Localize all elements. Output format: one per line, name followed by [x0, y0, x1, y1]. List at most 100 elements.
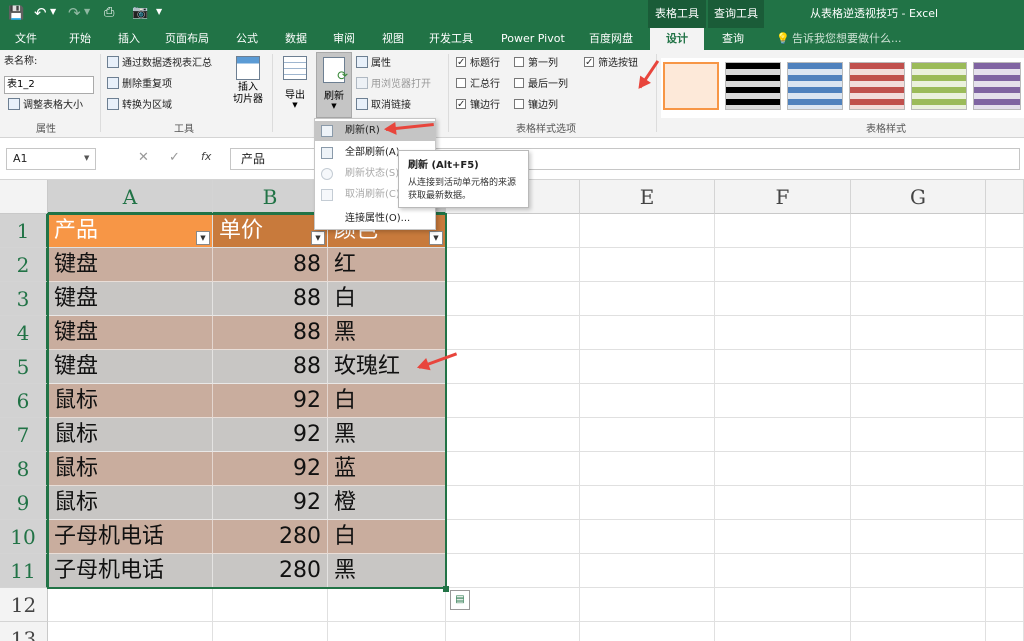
print-preview-icon[interactable]: ⎙	[104, 5, 114, 20]
header-row-checkbox[interactable]: 标题行	[456, 55, 500, 72]
empty-cell[interactable]	[851, 418, 986, 452]
column-header-a[interactable]: A	[48, 180, 213, 214]
row-header[interactable]: 1	[0, 214, 48, 248]
style-swatch-green[interactable]	[911, 62, 967, 110]
empty-cell[interactable]	[851, 248, 986, 282]
table-cell[interactable]	[328, 622, 446, 641]
empty-cell[interactable]	[986, 248, 1024, 282]
convert-to-range-button[interactable]: 转换为区域	[107, 98, 172, 114]
style-swatch-blue[interactable]	[787, 62, 843, 110]
column-header-g[interactable]: G	[851, 180, 986, 214]
tab-query[interactable]: 查询	[722, 28, 744, 50]
style-swatch-orange[interactable]	[663, 62, 719, 110]
style-swatch-purple[interactable]	[973, 62, 1021, 110]
camera-icon[interactable]: 📷	[132, 5, 148, 20]
empty-cell[interactable]	[715, 588, 851, 622]
table-cell[interactable]: 92	[213, 384, 328, 418]
tab-baidu-netdisk[interactable]: 百度网盘	[589, 28, 633, 50]
table-cell[interactable]	[213, 622, 328, 641]
tell-me-search[interactable]: 告诉我您想要做什么...	[792, 28, 902, 50]
empty-cell[interactable]	[986, 316, 1024, 350]
empty-cell[interactable]	[715, 452, 851, 486]
empty-cell[interactable]	[851, 316, 986, 350]
empty-cell[interactable]	[715, 282, 851, 316]
column-header-b[interactable]: B	[213, 180, 328, 214]
table-cell[interactable]: 白	[328, 384, 446, 418]
empty-cell[interactable]	[580, 622, 715, 641]
empty-cell[interactable]	[580, 282, 715, 316]
table-cell[interactable]: 键盘	[48, 316, 213, 350]
undo-dropdown-icon[interactable]: ▼	[50, 7, 56, 16]
fill-handle[interactable]	[443, 586, 449, 592]
filter-dropdown-icon[interactable]: ▼	[311, 231, 325, 245]
empty-cell[interactable]	[986, 350, 1024, 384]
tab-view[interactable]: 视图	[382, 28, 404, 50]
empty-cell[interactable]	[851, 588, 986, 622]
enter-icon[interactable]: ✓	[169, 150, 180, 165]
empty-cell[interactable]	[580, 554, 715, 588]
empty-cell[interactable]	[986, 282, 1024, 316]
empty-cell[interactable]	[446, 486, 580, 520]
filter-button-checkbox[interactable]: 筛选按钮	[584, 55, 638, 72]
empty-cell[interactable]	[851, 486, 986, 520]
row-header[interactable]: 13	[0, 622, 48, 641]
banded-rows-checkbox[interactable]: 镶边行	[456, 97, 500, 114]
quick-analysis-icon[interactable]: ▤	[450, 590, 470, 610]
table-name-input[interactable]: 表1_2	[4, 76, 94, 94]
tab-file[interactable]: 文件	[15, 28, 37, 50]
row-header[interactable]: 11	[0, 554, 48, 588]
name-box[interactable]: A1	[6, 148, 96, 170]
empty-cell[interactable]	[580, 520, 715, 554]
empty-cell[interactable]	[580, 418, 715, 452]
empty-cell[interactable]	[446, 350, 580, 384]
empty-cell[interactable]	[986, 554, 1024, 588]
row-header[interactable]: 8	[0, 452, 48, 486]
empty-cell[interactable]	[580, 248, 715, 282]
empty-cell[interactable]	[580, 214, 715, 248]
tab-data[interactable]: 数据	[285, 28, 307, 50]
table-cell[interactable]: 子母机电话	[48, 554, 213, 588]
table-cell[interactable]: 92	[213, 452, 328, 486]
table-cell[interactable]: 88	[213, 282, 328, 316]
tab-power-pivot[interactable]: Power Pivot	[501, 28, 565, 50]
empty-cell[interactable]	[715, 554, 851, 588]
table-cell[interactable]: 鼠标	[48, 418, 213, 452]
select-all-corner[interactable]	[0, 180, 48, 214]
table-cell[interactable]: 92	[213, 418, 328, 452]
export-button[interactable]: 导出 ▼	[280, 56, 310, 116]
tab-review[interactable]: 审阅	[333, 28, 355, 50]
empty-cell[interactable]	[851, 622, 986, 641]
empty-cell[interactable]	[715, 350, 851, 384]
tab-page-layout[interactable]: 页面布局	[165, 28, 209, 50]
table-cell[interactable]: 280	[213, 520, 328, 554]
row-header[interactable]: 7	[0, 418, 48, 452]
tab-developer[interactable]: 开发工具	[429, 28, 473, 50]
tab-design[interactable]: 设计	[650, 28, 704, 50]
empty-cell[interactable]	[986, 486, 1024, 520]
empty-cell[interactable]	[851, 350, 986, 384]
first-column-checkbox[interactable]: 第一列	[514, 56, 558, 72]
empty-cell[interactable]	[446, 554, 580, 588]
total-row-checkbox[interactable]: 汇总行	[456, 77, 500, 93]
chevron-down-icon[interactable]: ▼	[84, 154, 89, 162]
column-header-e[interactable]: E	[580, 180, 715, 214]
table-cell[interactable]: 子母机电话	[48, 520, 213, 554]
table-cell[interactable]: 92	[213, 486, 328, 520]
empty-cell[interactable]	[446, 452, 580, 486]
tab-home[interactable]: 开始	[69, 28, 91, 50]
properties-button[interactable]: 属性	[356, 56, 391, 72]
empty-cell[interactable]	[580, 486, 715, 520]
last-column-checkbox[interactable]: 最后一列	[514, 77, 568, 93]
table-cell[interactable]: 鼠标	[48, 452, 213, 486]
empty-cell[interactable]	[986, 588, 1024, 622]
table-cell[interactable]: 蓝	[328, 452, 446, 486]
table-cell[interactable]: 白	[328, 520, 446, 554]
row-header[interactable]: 10	[0, 520, 48, 554]
empty-cell[interactable]	[715, 316, 851, 350]
empty-cell[interactable]	[715, 384, 851, 418]
table-cell[interactable]: 键盘	[48, 350, 213, 384]
table-cell[interactable]: 键盘	[48, 282, 213, 316]
insert-function-icon[interactable]: fx	[201, 150, 211, 163]
redo-icon[interactable]: ↷	[68, 4, 81, 22]
empty-cell[interactable]	[580, 316, 715, 350]
